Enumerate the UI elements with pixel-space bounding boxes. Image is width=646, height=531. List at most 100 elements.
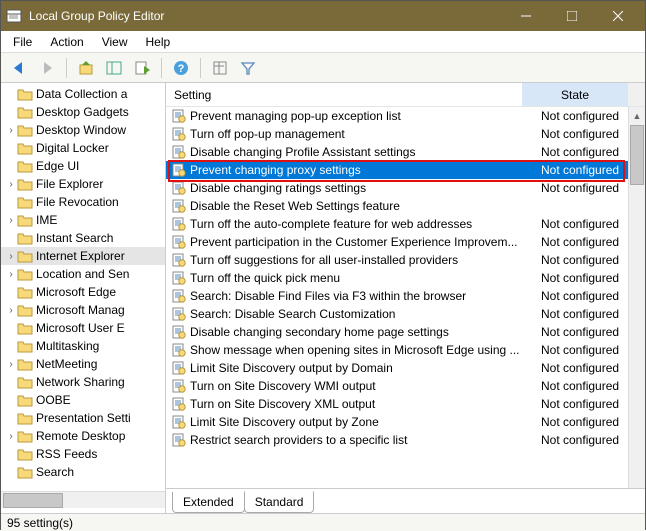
- setting-row[interactable]: Search: Disable Search CustomizationNot …: [166, 305, 645, 323]
- tree-item-label: Desktop Window: [36, 123, 126, 137]
- setting-row[interactable]: Turn off the auto-complete feature for w…: [166, 215, 645, 233]
- show-hide-tree-button[interactable]: [102, 56, 126, 80]
- tree-item[interactable]: Instant Search: [1, 229, 165, 247]
- tree-item[interactable]: › Remote Desktop: [1, 427, 165, 445]
- setting-row[interactable]: Show message when opening sites in Micro…: [166, 341, 645, 359]
- setting-row[interactable]: Disable changing ratings settingsNot con…: [166, 179, 645, 197]
- tree-item[interactable]: Presentation Setti: [1, 409, 165, 427]
- setting-icon: [172, 379, 186, 393]
- tree-item[interactable]: Network Sharing: [1, 373, 165, 391]
- header-setting[interactable]: Setting: [166, 83, 522, 106]
- menu-help[interactable]: Help: [138, 33, 179, 51]
- tree-item[interactable]: ›File Explorer: [1, 175, 165, 193]
- tree-item[interactable]: ›Microsoft Manag: [1, 301, 165, 319]
- tree-item[interactable]: ›Location and Sen: [1, 265, 165, 283]
- tree-item[interactable]: › Desktop Window: [1, 121, 165, 139]
- tree-item-label: Presentation Setti: [36, 411, 131, 425]
- setting-icon: [172, 109, 186, 123]
- setting-row[interactable]: Disable changing Profile Assistant setti…: [166, 143, 645, 161]
- properties-button[interactable]: [208, 56, 232, 80]
- menu-view[interactable]: View: [94, 33, 136, 51]
- help-button[interactable]: ?: [169, 56, 193, 80]
- minimize-button[interactable]: [503, 1, 549, 31]
- setting-icon: [172, 253, 186, 267]
- header-state[interactable]: State: [522, 83, 628, 106]
- export-button[interactable]: [130, 56, 154, 80]
- close-button[interactable]: [595, 1, 641, 31]
- up-button[interactable]: [74, 56, 98, 80]
- tree-item[interactable]: ›NetMeeting: [1, 355, 165, 373]
- setting-label: Turn off the auto-complete feature for w…: [190, 217, 539, 231]
- forward-button[interactable]: [35, 56, 59, 80]
- setting-row[interactable]: Restrict search providers to a specific …: [166, 431, 645, 449]
- expand-icon[interactable]: ›: [5, 215, 17, 226]
- tree-item[interactable]: ›Internet Explorer: [1, 247, 165, 265]
- setting-row[interactable]: Prevent participation in the Customer Ex…: [166, 233, 645, 251]
- window-buttons: [503, 1, 641, 31]
- tree-item[interactable]: Microsoft User E: [1, 319, 165, 337]
- folder-icon: [17, 249, 33, 263]
- setting-row[interactable]: Search: Disable Find Files via F3 within…: [166, 287, 645, 305]
- setting-icon: [172, 289, 186, 303]
- scroll-thumb[interactable]: [630, 125, 644, 185]
- folder-icon: [17, 177, 33, 191]
- back-button[interactable]: [7, 56, 31, 80]
- vscrollbar[interactable]: ▲: [628, 107, 645, 488]
- setting-row[interactable]: Prevent changing proxy settingsNot confi…: [166, 161, 645, 179]
- tree-item[interactable]: Digital Locker: [1, 139, 165, 157]
- tree-item[interactable]: ›IME: [1, 211, 165, 229]
- folder-icon: [17, 105, 33, 119]
- expand-icon[interactable]: ›: [5, 305, 17, 316]
- menu-file[interactable]: File: [5, 33, 40, 51]
- menubar: File Action View Help: [1, 31, 645, 53]
- setting-row[interactable]: Disable changing secondary home page set…: [166, 323, 645, 341]
- tree-item-label: File Revocation: [36, 195, 119, 209]
- maximize-button[interactable]: [549, 1, 595, 31]
- setting-row[interactable]: Turn on Site Discovery XML outputNot con…: [166, 395, 645, 413]
- scroll-up-icon[interactable]: ▲: [629, 107, 645, 124]
- filter-button[interactable]: [236, 56, 260, 80]
- setting-row[interactable]: Turn off the quick pick menuNot configur…: [166, 269, 645, 287]
- list-header: Setting State: [166, 83, 645, 107]
- setting-label: Limit Site Discovery output by Domain: [190, 361, 539, 375]
- setting-row[interactable]: Limit Site Discovery output by DomainNot…: [166, 359, 645, 377]
- folder-icon: [17, 213, 33, 227]
- setting-row[interactable]: Turn on Site Discovery WMI outputNot con…: [166, 377, 645, 395]
- setting-icon: [172, 361, 186, 375]
- folder-icon: [17, 465, 33, 479]
- tree-item-label: Remote Desktop: [36, 429, 125, 443]
- tree-item[interactable]: Microsoft Edge: [1, 283, 165, 301]
- tab-standard[interactable]: Standard: [244, 491, 315, 513]
- folder-icon: [17, 303, 33, 317]
- setting-row[interactable]: Limit Site Discovery output by ZoneNot c…: [166, 413, 645, 431]
- tab-extended[interactable]: Extended: [172, 492, 245, 513]
- expand-icon[interactable]: ›: [5, 269, 17, 280]
- setting-row[interactable]: Disable the Reset Web Settings feature: [166, 197, 645, 215]
- expand-icon[interactable]: ›: [5, 431, 17, 442]
- tree-item[interactable]: OOBE: [1, 391, 165, 409]
- setting-row[interactable]: Turn off pop-up managementNot configured: [166, 125, 645, 143]
- tree-item[interactable]: Data Collection a: [1, 85, 165, 103]
- expand-icon[interactable]: ›: [5, 125, 17, 136]
- tree-item[interactable]: Edge UI: [1, 157, 165, 175]
- tree-item[interactable]: Desktop Gadgets: [1, 103, 165, 121]
- list-body[interactable]: Prevent managing pop-up exception listNo…: [166, 107, 645, 488]
- setting-icon: [172, 271, 186, 285]
- setting-icon: [172, 199, 186, 213]
- setting-label: Limit Site Discovery output by Zone: [190, 415, 539, 429]
- expand-icon[interactable]: ›: [5, 179, 17, 190]
- folder-icon: [17, 231, 33, 245]
- tree-item[interactable]: Multitasking: [1, 337, 165, 355]
- setting-row[interactable]: Prevent managing pop-up exception listNo…: [166, 107, 645, 125]
- tree-item[interactable]: Search: [1, 463, 165, 481]
- setting-row[interactable]: Turn off suggestions for all user-instal…: [166, 251, 645, 269]
- setting-icon: [172, 397, 186, 411]
- setting-icon: [172, 181, 186, 195]
- tree-item[interactable]: RSS Feeds: [1, 445, 165, 463]
- tree-item[interactable]: File Revocation: [1, 193, 165, 211]
- expand-icon[interactable]: ›: [5, 251, 17, 262]
- setting-label: Turn on Site Discovery XML output: [190, 397, 539, 411]
- tree-hscrollbar[interactable]: [1, 491, 165, 508]
- expand-icon[interactable]: ›: [5, 359, 17, 370]
- menu-action[interactable]: Action: [42, 33, 91, 51]
